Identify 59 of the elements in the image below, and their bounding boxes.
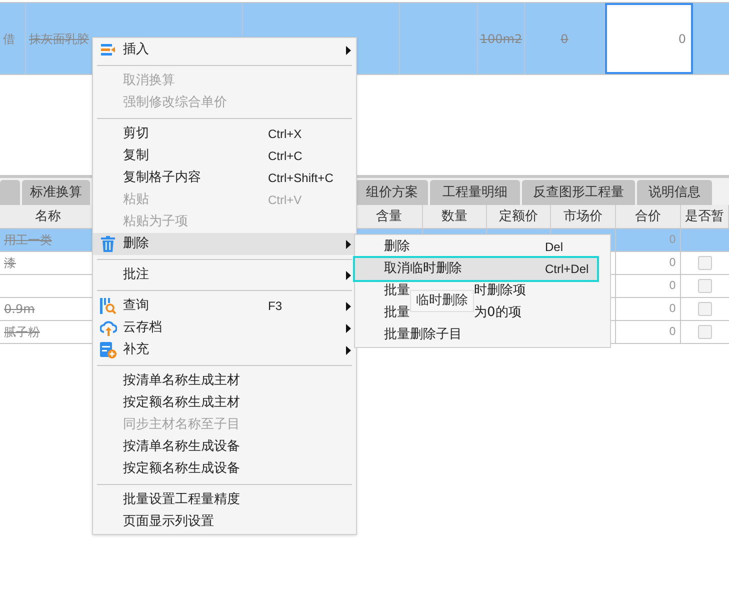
column-header: 名称 <box>35 208 61 226</box>
checkbox[interactable] <box>698 279 712 293</box>
menu-item[interactable]: 取消临时删除 Ctrl+Del <box>355 258 597 280</box>
menu-item[interactable]: 按定额名称生成主材 <box>93 392 356 414</box>
table-cell-text: 0 <box>669 278 676 294</box>
menu-item[interactable]: 删除 <box>93 233 356 255</box>
tab[interactable]: 反查图形工程量 <box>522 180 635 205</box>
menu-item[interactable]: 批量设置工程量精度 <box>93 489 356 511</box>
table-cell-text: 漆 <box>4 255 16 272</box>
table-cell-text: 0 <box>669 232 676 248</box>
table-cell-text: 抹灰面乳胶 <box>29 30 89 48</box>
checkbox[interactable] <box>698 256 712 270</box>
table-cell-text: 0 <box>669 324 676 340</box>
menu-item[interactable]: 按清单名称生成主材 <box>93 370 356 392</box>
column-header: 市场价 <box>564 208 602 226</box>
menu-item[interactable]: 页面显示列设置 <box>93 511 356 533</box>
cell-input[interactable]: 0 <box>605 3 693 74</box>
menu-item-text: 为0的项 <box>474 304 522 322</box>
tab[interactable]: 组价方案 <box>356 180 428 205</box>
column-header: 合价 <box>635 208 661 226</box>
table-cell-text: 0.9m <box>4 301 35 318</box>
table-cell-text: 借 <box>3 30 15 48</box>
tooltip: 临时删除 <box>410 290 474 312</box>
tab[interactable]: 标准换算 <box>22 180 90 205</box>
menu-item[interactable]: 插入 <box>93 39 356 61</box>
search-icon <box>100 298 116 314</box>
menu-item[interactable]: 按定额名称生成设备 <box>93 458 356 480</box>
tab[interactable]: 工程量明细 <box>430 180 520 205</box>
menu-item[interactable]: 批量 <box>384 303 410 323</box>
column-header: 是否暂 <box>685 208 724 226</box>
table-cell-text: 用工一类 <box>4 232 52 249</box>
table-cell-text: 0 <box>669 300 676 317</box>
menu-item[interactable]: 剪切 Ctrl+X <box>93 123 356 145</box>
table-cell-text: 100m2 <box>480 30 522 48</box>
form-add-icon <box>100 342 116 358</box>
column-header: 含量 <box>376 208 402 226</box>
menu-item[interactable]: 云存档 <box>93 317 356 339</box>
trash-icon <box>101 236 115 252</box>
menu-item[interactable]: 删除 Del <box>355 236 610 258</box>
menu-item[interactable]: 复制格子内容 Ctrl+Shift+C <box>93 167 356 189</box>
table-cell-text: 0 <box>669 254 676 271</box>
list-icon <box>100 43 116 57</box>
menu-item-text: 时删除项 <box>474 282 526 300</box>
table-cell-text: 腻子粉 <box>4 324 40 341</box>
menu-item[interactable]: 复制 Ctrl+C <box>93 145 356 167</box>
checkbox[interactable] <box>698 302 712 316</box>
menu-item[interactable]: 补充 <box>93 339 356 361</box>
menu-item[interactable]: 查询 F3 <box>93 295 356 317</box>
table-cell-text: 0 <box>560 30 568 48</box>
menu-item[interactable]: 按清单名称生成设备 <box>93 436 356 458</box>
tab[interactable]: 说明信息 <box>637 180 712 205</box>
column-header: 定额价 <box>499 208 538 226</box>
menu-item[interactable]: 批量 <box>384 281 410 301</box>
menu-item[interactable]: 批注 <box>93 264 356 286</box>
menu-item[interactable]: 批量删除子目 <box>355 324 610 346</box>
tab[interactable] <box>0 180 20 205</box>
cloud-upload-icon <box>100 320 116 336</box>
column-header: 数量 <box>442 208 468 226</box>
checkbox[interactable] <box>698 325 712 339</box>
